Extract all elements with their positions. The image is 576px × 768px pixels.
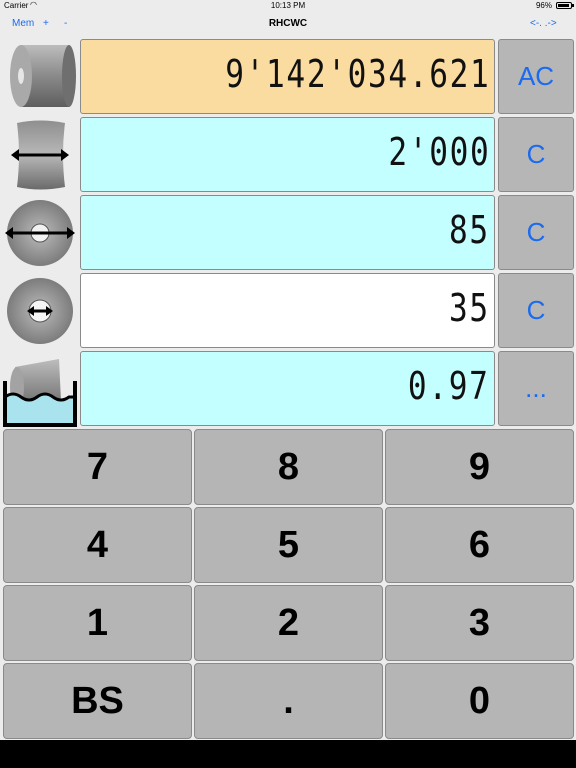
length-value: 9'142'034.621 — [224, 52, 490, 96]
core-diameter-value: 35 — [449, 286, 490, 330]
decimal-key[interactable]: . — [194, 663, 383, 739]
key-8[interactable]: 8 — [194, 429, 383, 505]
status-bar: Carrier ◠ 10:13 PM 96% — [0, 0, 576, 12]
core-diameter-field[interactable]: 35 — [80, 273, 495, 348]
battery-percent: 96% — [535, 1, 552, 10]
key-7[interactable]: 7 — [3, 429, 192, 505]
core-diameter-icon[interactable] — [3, 273, 77, 349]
backspace-key[interactable]: BS — [3, 663, 192, 739]
roll-width-icon[interactable] — [3, 117, 77, 193]
width-value: 2'000 — [387, 130, 490, 174]
density-field[interactable]: 0.97 — [80, 351, 495, 426]
density-value: 0.97 — [408, 364, 490, 408]
outer-diameter-field[interactable]: 85 — [80, 195, 495, 270]
page-title: RHCWC — [268, 18, 308, 29]
key-6[interactable]: 6 — [385, 507, 574, 583]
arrows-button[interactable]: <-. .-> — [530, 18, 557, 29]
outer-diameter-value: 85 — [449, 208, 490, 252]
nav-bar: Mem + - RHCWC <-. .-> — [0, 12, 576, 36]
key-2[interactable]: 2 — [194, 585, 383, 661]
outer-diameter-icon[interactable] — [3, 195, 77, 271]
battery-icon — [556, 2, 574, 9]
density-water-icon[interactable] — [3, 351, 77, 427]
status-time: 10:13 PM — [270, 1, 306, 10]
calculator-screen: Carrier ◠ 10:13 PM 96% Mem + - RHCWC <-.… — [0, 0, 576, 740]
key-9[interactable]: 9 — [385, 429, 574, 505]
all-clear-button[interactable]: AC — [498, 39, 574, 114]
length-field[interactable]: 9'142'034.621 — [80, 39, 495, 114]
clear-outer-diameter-button[interactable]: C — [498, 195, 574, 270]
key-1[interactable]: 1 — [3, 585, 192, 661]
key-4[interactable]: 4 — [3, 507, 192, 583]
width-field[interactable]: 2'000 — [80, 117, 495, 192]
key-0[interactable]: 0 — [385, 663, 574, 739]
clear-width-button[interactable]: C — [498, 117, 574, 192]
key-5[interactable]: 5 — [194, 507, 383, 583]
clear-core-diameter-button[interactable]: C — [498, 273, 574, 348]
more-options-button[interactable]: ... — [498, 351, 574, 426]
key-3[interactable]: 3 — [385, 585, 574, 661]
roll-side-icon[interactable] — [3, 39, 77, 115]
